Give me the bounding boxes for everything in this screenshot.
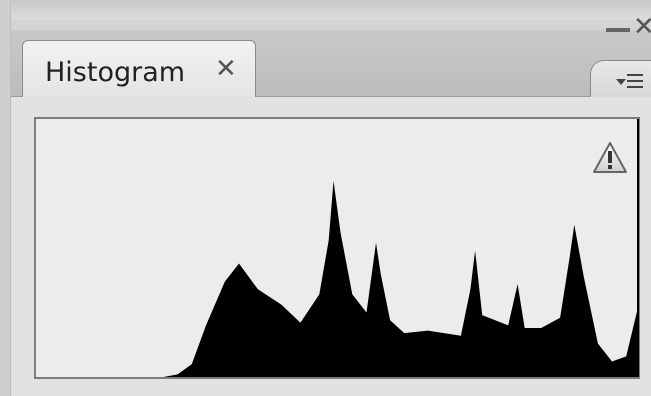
histogram-chart xyxy=(36,119,639,377)
warning-triangle-icon[interactable] xyxy=(591,140,629,176)
histogram-series-area xyxy=(36,180,638,377)
